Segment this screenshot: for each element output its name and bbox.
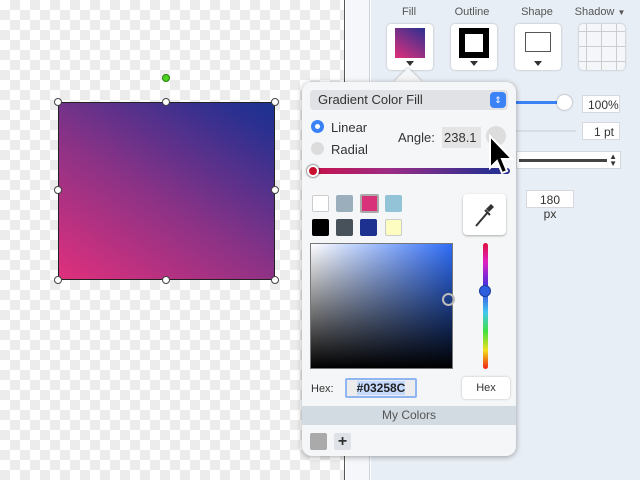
shadow-grid-icon (579, 24, 625, 70)
swatch-dark-gray[interactable] (336, 219, 353, 236)
fill-preview (395, 28, 425, 58)
resize-handle[interactable] (162, 276, 170, 284)
chevron-down-icon: ▼ (617, 8, 626, 17)
swatch-light-blue[interactable] (385, 195, 402, 212)
hex-input[interactable]: #03258C (345, 378, 417, 398)
resize-handle[interactable] (162, 98, 170, 106)
opacity-field[interactable]: 100% (582, 95, 620, 113)
shape-well[interactable] (515, 24, 561, 70)
angle-field[interactable]: 238.1 (442, 127, 481, 148)
fill-label: Fill (401, 6, 417, 18)
outline-label: Outline (454, 6, 490, 18)
swatch-pink-selected[interactable] (360, 194, 379, 213)
shadow-text: Shadow (574, 6, 615, 18)
resize-handle[interactable] (54, 98, 62, 106)
resize-handle[interactable] (54, 276, 62, 284)
swatch-navy[interactable] (360, 219, 377, 236)
my-colors-header: My Colors (302, 406, 516, 425)
swatch-white[interactable] (312, 195, 329, 212)
outline-well[interactable] (451, 24, 497, 70)
line-preview (519, 159, 607, 162)
gradient-rectangle[interactable] (58, 102, 275, 280)
caret-down-icon (406, 61, 414, 66)
rotation-handle[interactable] (162, 74, 170, 82)
stepper-icon: ▲ ▼ (609, 152, 617, 168)
hue-slider-thumb[interactable] (479, 285, 491, 297)
caret-down-icon (470, 61, 478, 66)
resize-handle[interactable] (271, 98, 279, 106)
fill-type-select[interactable]: Gradient Color Fill ⇕ (310, 90, 508, 110)
shape-preview (525, 32, 551, 52)
fill-well[interactable] (387, 24, 433, 70)
eyedropper-icon (475, 204, 494, 227)
caret-down-icon (534, 61, 542, 66)
linear-label: Linear (331, 120, 368, 135)
swatch-light-yellow[interactable] (385, 219, 402, 236)
resize-handle[interactable] (271, 186, 279, 194)
hex-value: #03258C (356, 381, 406, 395)
radial-label: Radial (331, 142, 368, 157)
shape-label: Shape (521, 6, 553, 18)
color-picker-cursor[interactable] (442, 293, 455, 306)
angle-label: Angle: (398, 130, 435, 145)
swatch-black[interactable] (312, 219, 329, 236)
updown-chevron-icon: ⇕ (490, 92, 506, 108)
size-field[interactable]: 180 px (526, 190, 574, 221)
gradient-fill-popover: Gradient Color Fill ⇕ Linear Radial Angle… (302, 82, 516, 456)
stroke-field[interactable]: 1 pt (582, 122, 620, 140)
resize-handle[interactable] (54, 186, 62, 194)
hue-slider[interactable] (483, 243, 488, 369)
mouse-cursor-icon (489, 134, 514, 175)
opacity-slider-thumb[interactable] (557, 95, 572, 110)
eyedropper-button[interactable] (463, 194, 506, 235)
add-color-plus-icon[interactable]: + (334, 433, 351, 450)
saturation-brightness-picker[interactable] (310, 243, 453, 369)
gradient-stop-start[interactable] (307, 165, 319, 177)
my-color-swatch[interactable] (310, 433, 327, 450)
stroke-slider-track[interactable] (516, 130, 576, 132)
hex-label: Hex: (311, 383, 334, 395)
resize-handle[interactable] (271, 276, 279, 284)
shadow-label[interactable]: Shadow ▼ (565, 6, 635, 18)
outline-preview (459, 28, 489, 58)
hex-mode-button[interactable]: Hex (462, 377, 510, 399)
linear-radio[interactable] (311, 120, 324, 133)
canvas[interactable] (0, 0, 345, 480)
line-style-select[interactable]: ▲ ▼ (516, 151, 621, 169)
shadow-well[interactable] (579, 24, 625, 70)
radial-radio[interactable] (311, 142, 324, 155)
fill-type-value: Gradient Color Fill (318, 92, 423, 107)
gradient-bar[interactable] (310, 168, 510, 174)
swatch-gray-blue[interactable] (336, 195, 353, 212)
